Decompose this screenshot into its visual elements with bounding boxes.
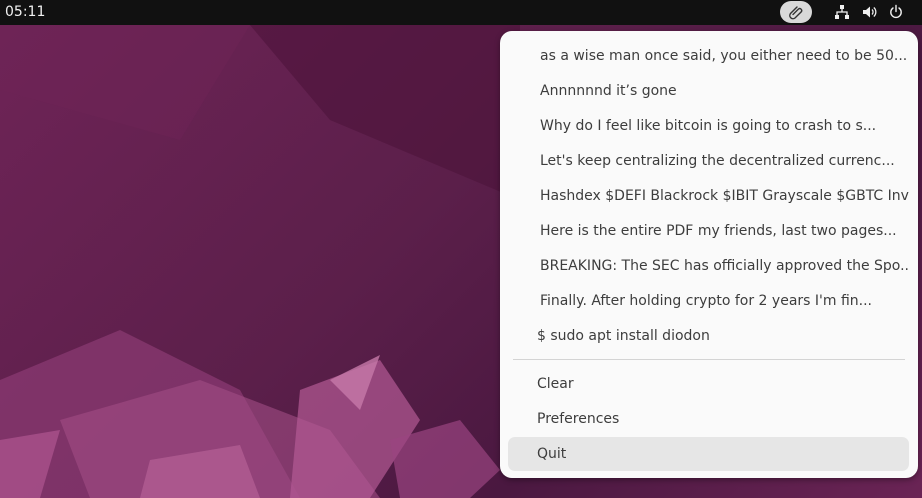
history-item[interactable]: as a wise man once said, you either need…: [508, 40, 909, 72]
clear-button[interactable]: Clear: [508, 368, 909, 400]
clock[interactable]: 05:11: [5, 3, 45, 21]
history-item[interactable]: Why do I feel like bitcoin is going to c…: [508, 110, 909, 142]
clipboard-menu: as a wise man once said, you either need…: [500, 31, 918, 478]
history-item[interactable]: Here is the entire PDF my friends, last …: [508, 215, 909, 247]
volume-icon[interactable]: [859, 2, 879, 22]
preferences-button[interactable]: Preferences: [508, 403, 909, 435]
top-bar: 05:11: [0, 0, 922, 25]
menu-separator: [513, 359, 905, 360]
history-item[interactable]: $ sudo apt install diodon: [508, 320, 909, 352]
quit-button[interactable]: Quit: [508, 437, 909, 471]
network-icon[interactable]: [832, 2, 852, 22]
history-item[interactable]: BREAKING: The SEC has officially approve…: [508, 250, 909, 282]
history-item[interactable]: Let's keep centralizing the decentralize…: [508, 145, 909, 177]
clipboard-indicator[interactable]: [780, 1, 812, 23]
power-icon[interactable]: [886, 2, 906, 22]
history-item[interactable]: Annnnnnd it’s gone: [508, 75, 909, 107]
history-item[interactable]: Finally. After holding crypto for 2 year…: [508, 285, 909, 317]
history-item[interactable]: Hashdex $DEFI Blackrock $IBIT Grayscale …: [508, 180, 909, 212]
clipboard-icon: [789, 6, 803, 20]
